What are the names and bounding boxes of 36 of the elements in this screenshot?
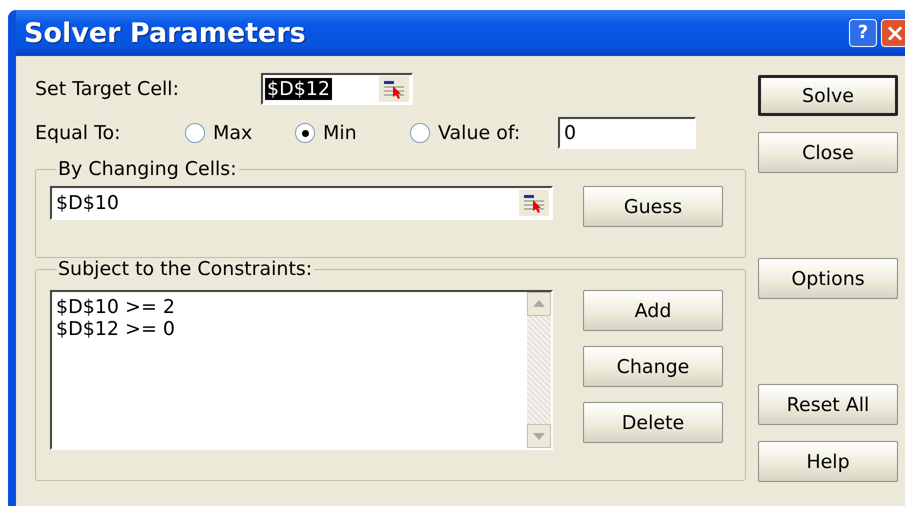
dialog-button[interactable]: Help [758,441,898,482]
value-field[interactable]: 0 [558,117,696,149]
radio-button[interactable] [185,123,205,143]
list-item[interactable]: $D$12 >= 0 [56,318,523,340]
field-value: $D$10 [55,192,120,214]
guess-button[interactable]: Guess [583,186,723,227]
radio-button[interactable] [410,123,430,143]
list-item[interactable]: $D$10 >= 2 [56,296,523,318]
radio-label: Max [213,122,252,144]
scrollbar[interactable] [527,292,551,448]
group-label: Subject to the Constraints: [57,258,314,280]
dialog-button[interactable]: Options [758,258,898,299]
dialog-button[interactable]: Reset All [758,384,898,425]
help-button[interactable]: ? [849,19,877,47]
constraint-button[interactable]: Add [583,290,723,331]
field-value: 0 [563,122,578,144]
cell-reference-icon[interactable] [379,76,409,102]
radio-button[interactable] [295,123,315,143]
close-button[interactable]: × [881,19,905,47]
field-label: Set Target Cell: [35,78,180,100]
dialog-button[interactable]: Close [758,132,898,173]
constraint-button[interactable]: Change [583,346,723,387]
target-cell-field[interactable]: $D$12 [261,73,413,105]
window-title: Solver Parameters [24,18,306,48]
cell-reference-icon[interactable] [519,190,549,216]
field-value: $D$12 [265,78,332,100]
scroll-up-icon[interactable] [527,292,551,316]
radio-label: Value of: [438,122,520,144]
changing-cells-field[interactable]: $D$10 [50,186,553,220]
field-label: Equal To: [35,122,122,144]
group-label: By Changing Cells: [57,158,238,180]
constraint-button[interactable]: Delete [583,402,723,443]
dialog-button[interactable]: Solve [758,75,898,116]
scroll-down-icon[interactable] [527,424,551,448]
radio-label: Min [323,122,357,144]
constraints-list[interactable]: $D$10 >= 2 $D$12 >= 0 [50,290,553,450]
